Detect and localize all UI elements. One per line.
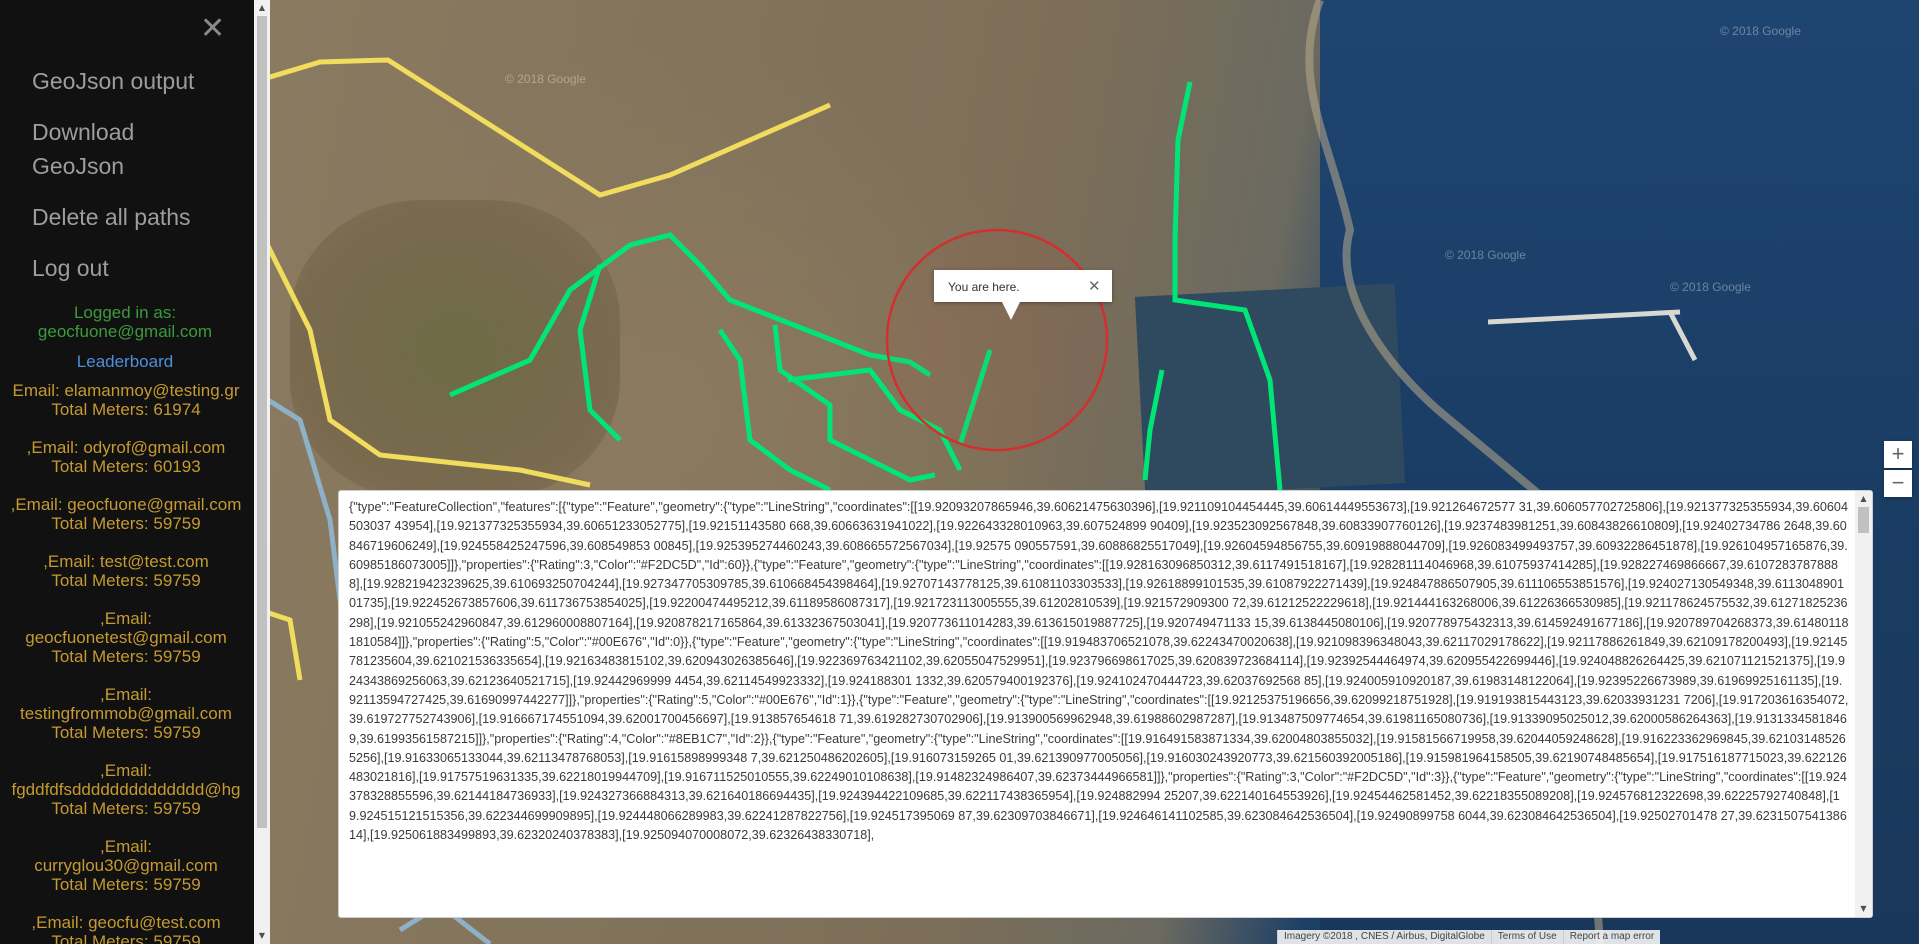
leaderboard-email: curryglou30@gmail.com (34, 856, 218, 875)
sidebar-scrollbar-thumb[interactable] (257, 16, 267, 828)
leaderboard-meters: Total Meters: 61974 (51, 400, 201, 419)
leaderboard-email: ,Email: geocfu@test.com (31, 913, 221, 932)
geojson-scrollbar[interactable] (1855, 491, 1872, 917)
leaderboard-entry: ,Email: test@test.com Total Meters: 5975… (0, 552, 252, 590)
geojson-output-text[interactable]: {"type":"FeatureCollection","features":[… (349, 498, 1849, 913)
leaderboard-meters: Total Meters: 59759 (51, 514, 201, 533)
leaderboard-entry: ,Email: curryglou30@gmail.com Total Mete… (0, 837, 252, 894)
location-accuracy-circle (885, 228, 1109, 452)
geojson-scrollbar-thumb[interactable] (1858, 507, 1869, 533)
map-watermark: © 2018 Google (1670, 280, 1751, 294)
pier (1487, 309, 1681, 325)
location-popup: You are here. ✕ (934, 270, 1112, 320)
leaderboard-entry: ,Email: geocfu@test.com Total Meters: 59… (0, 913, 252, 944)
leaderboard-meters: Total Meters: 59759 (51, 799, 201, 818)
leaderboard-entry: ,Email: testingfrommob@gmail.com Total M… (0, 685, 252, 742)
report-map-error-link[interactable]: Report a map error (1562, 930, 1661, 944)
scroll-up-arrow-icon[interactable]: ▲ (1858, 494, 1869, 504)
logged-in-info: Logged in as: geocfuone@gmail.com (0, 303, 250, 341)
leaderboard-meters: Total Meters: 59759 (51, 875, 201, 894)
leaderboard-email: fgddfdfsdddddddddddddd@hg (11, 780, 241, 799)
leaderboard-meters: Total Meters: 59759 (51, 723, 201, 742)
scroll-up-arrow-icon[interactable]: ▲ (257, 3, 267, 13)
popup-close-icon[interactable]: ✕ (1088, 277, 1101, 295)
leaderboard-entry: ,Email: fgddfdfsdddddddddddddd@hg Total … (0, 761, 252, 818)
leaderboard-entry: ,Email: geocfuone@gmail.com Total Meters… (0, 495, 252, 533)
leaderboard-email-prefix: ,Email: (100, 609, 152, 628)
map-attribution: Imagery ©2018 , CNES / Airbus, DigitalGl… (1277, 930, 1661, 944)
zoom-out-button[interactable]: − (1884, 470, 1912, 497)
leaderboard-email-prefix: ,Email: (100, 685, 152, 704)
zoom-in-button[interactable]: + (1884, 441, 1912, 468)
map-watermark: © 2018 Google (1445, 248, 1526, 262)
leaderboard-email-prefix: ,Email: (100, 761, 152, 780)
leaderboard-email: testingfrommob@gmail.com (20, 704, 232, 723)
leaderboard-email: ,Email: odyrof@gmail.com (26, 438, 226, 457)
sidebar: ✕ GeoJson output Download GeoJson Delete… (0, 0, 254, 944)
leaderboard-email-prefix: ,Email: (100, 837, 152, 856)
terms-of-use-link[interactable]: Terms of Use (1490, 930, 1563, 944)
leaderboard-meters: Total Meters: 59759 (51, 932, 201, 944)
scroll-down-arrow-icon[interactable]: ▼ (1858, 904, 1869, 914)
popup-tail (1002, 302, 1020, 320)
leaderboard-meters: Total Meters: 60193 (51, 457, 201, 476)
menu-geojson-output[interactable]: GeoJson output (32, 64, 222, 98)
map-watermark: © 2018 Google (1720, 24, 1801, 38)
menu-download-geojson[interactable]: Download GeoJson (32, 115, 222, 183)
leaderboard-email: ,Email: geocfuone@gmail.com (10, 495, 242, 514)
logged-in-email: geocfuone@gmail.com (37, 322, 213, 341)
menu-log-out[interactable]: Log out (32, 251, 222, 285)
leaderboard-meters: Total Meters: 59759 (51, 571, 201, 590)
leaderboard-email: Email: elamanmoy@testing.gr (12, 381, 240, 400)
attribution-imagery: Imagery ©2018 , CNES / Airbus, DigitalGl… (1277, 930, 1491, 944)
menu-delete-all-paths[interactable]: Delete all paths (32, 200, 222, 234)
leaderboard-entry: Email: elamanmoy@testing.gr Total Meters… (0, 381, 252, 419)
yellow-path (270, 244, 591, 488)
leaderboard-entry: ,Email: odyrof@gmail.com Total Meters: 6… (0, 438, 252, 476)
leaderboard-email: geocfuonetest@gmail.com (25, 628, 227, 647)
leaderboard-link[interactable]: Leaderboard (0, 352, 250, 372)
map-watermark: © 2018 Google (505, 72, 586, 86)
leaderboard-entry: ,Email: geocfuonetest@gmail.com Total Me… (0, 609, 252, 666)
close-sidebar-icon[interactable]: ✕ (200, 14, 225, 44)
scroll-down-arrow-icon[interactable]: ▼ (257, 931, 267, 941)
logged-in-label: Logged in as: (73, 303, 177, 322)
geojson-output-textarea[interactable]: {"type":"FeatureCollection","features":[… (338, 490, 1873, 918)
popup-text: You are here. (948, 280, 1020, 294)
leaderboard-meters: Total Meters: 59759 (51, 647, 201, 666)
leaderboard-email: ,Email: test@test.com (43, 552, 209, 571)
